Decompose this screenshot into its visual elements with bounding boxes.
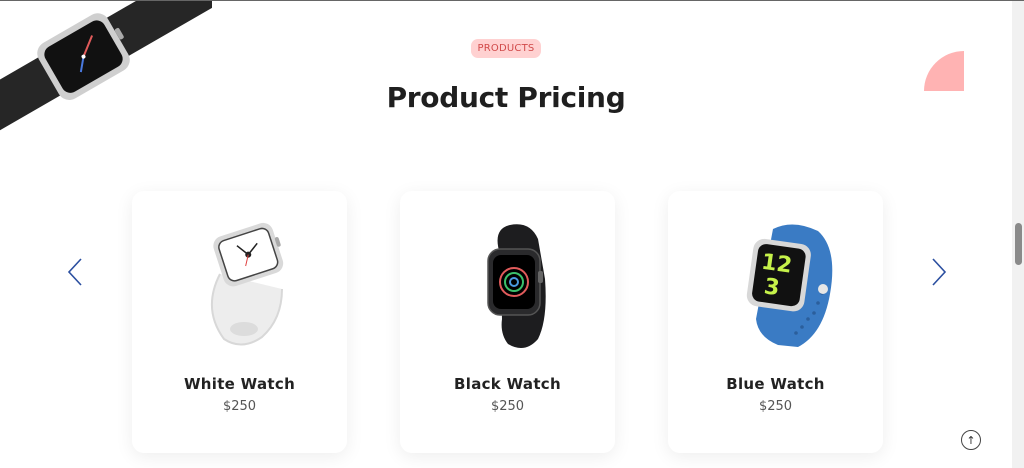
product-price: $250	[758, 399, 793, 414]
section-badge: PRODUCTS	[471, 39, 541, 58]
scroll-to-top-button[interactable]: ↑	[961, 430, 981, 450]
vertical-scrollbar[interactable]	[1012, 1, 1024, 468]
product-price: $250	[490, 399, 525, 414]
product-name: White Watch	[183, 375, 296, 393]
product-carousel: White Watch $250 Black Watch $250 12 3 B…	[132, 191, 884, 453]
decorative-watch-image	[0, 1, 212, 135]
arrow-up-icon: ↑	[966, 434, 976, 447]
black-watch-image	[487, 224, 546, 348]
white-watch-image	[210, 222, 284, 346]
product-name: Black Watch	[454, 375, 561, 393]
product-card[interactable]: Black Watch $250	[400, 191, 615, 453]
section-title: Product Pricing	[386, 81, 626, 114]
product-card[interactable]: 12 3 Blue Watch $250	[668, 191, 883, 453]
product-card[interactable]: White Watch $250	[132, 191, 347, 453]
page: PRODUCTS Product Pricing White Watch $25…	[0, 0, 1024, 468]
product-price: $250	[222, 399, 257, 414]
product-name: Blue Watch	[726, 375, 825, 393]
svg-text:12: 12	[760, 250, 794, 279]
scrollbar-thumb[interactable]	[1015, 223, 1022, 265]
chevron-right-icon[interactable]	[926, 257, 950, 287]
blue-watch-image: 12 3	[746, 224, 833, 347]
chevron-left-icon[interactable]	[64, 257, 88, 287]
